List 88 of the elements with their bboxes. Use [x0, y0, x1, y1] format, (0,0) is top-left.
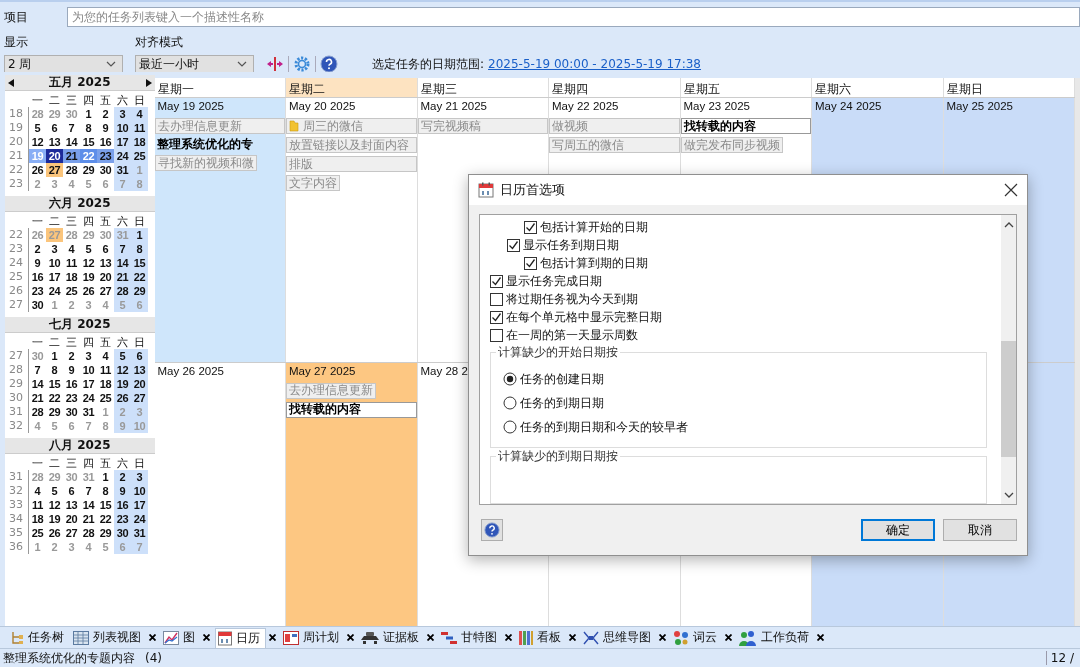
month-title: 六月 2025	[47, 195, 112, 212]
weekday-label: 五	[99, 335, 112, 350]
date-label: May 21 2025	[419, 99, 487, 114]
day-name-header: 星期四	[549, 78, 681, 98]
date-label: May 26 2025	[156, 363, 224, 379]
date-label: May 20 2025	[288, 99, 356, 114]
option-label: 任务的创建日期	[520, 370, 604, 388]
field-label: 项目	[4, 8, 29, 26]
week-number: 32	[5, 419, 29, 433]
date-label: May 24 2025	[814, 99, 882, 114]
weekday-label: 五	[99, 93, 112, 108]
week-number: 24	[5, 256, 29, 270]
week-number: 33	[5, 498, 29, 512]
weekday-label: 六	[116, 214, 129, 229]
date-range-label: 选定任务的日期范围:	[372, 55, 485, 73]
weekday-label: 四	[82, 93, 95, 108]
week-number: 20	[5, 135, 29, 149]
option-label: 在一周的第一天显示周数	[506, 326, 638, 344]
weekday-label: 五	[99, 214, 112, 229]
option-label: 包括计算开始的日期	[540, 219, 648, 237]
weekday-label: 日	[133, 335, 146, 350]
group-title: 计算缺少的开始日期按	[496, 344, 620, 361]
week-number: 18	[5, 107, 29, 121]
week-number: 27	[5, 349, 29, 363]
weekday-label: 四	[82, 214, 95, 229]
weekday-label: 六	[116, 93, 129, 108]
weekday-label: 六	[116, 456, 129, 471]
weekday-label: 二	[48, 214, 61, 229]
option-label: 显示任务到期日期	[523, 237, 619, 255]
day-name-header: 星期六	[812, 78, 944, 98]
weekday-label: 一	[31, 335, 44, 350]
date-label: May 22 2025	[551, 99, 619, 114]
week-number: 29	[5, 377, 29, 391]
weekday-label: 二	[48, 335, 61, 350]
month-title: 七月 2025	[47, 316, 112, 333]
week-number: 35	[5, 526, 29, 540]
weekday-label: 二	[48, 456, 61, 471]
month-title: 五月 2025	[47, 74, 112, 91]
week-number: 34	[5, 512, 29, 526]
week-number: 36	[5, 540, 29, 554]
date-label: May 27 2025	[288, 363, 356, 379]
field-label: 对齐模式	[135, 34, 184, 51]
weekday-label: 一	[31, 456, 44, 471]
weekday-label: 三	[65, 214, 78, 229]
week-number: 32	[5, 484, 29, 498]
dialog-title: 日历首选项	[500, 181, 566, 199]
weekday-label: 四	[82, 456, 95, 471]
weekday-label: 三	[65, 93, 78, 108]
week-number: 28	[5, 363, 29, 377]
weekday-label: 日	[133, 214, 146, 229]
week-number: 25	[5, 270, 29, 284]
weekday-label: 五	[99, 456, 112, 471]
weekday-label: 三	[65, 456, 78, 471]
option-label: 将过期任务视为今天到期	[506, 290, 638, 308]
week-number: 23	[5, 177, 29, 191]
weekday-label: 一	[31, 214, 44, 229]
status-text: 整理系统优化的专题内容	[3, 649, 135, 667]
week-number: 22	[5, 228, 29, 242]
week-number: 23	[5, 242, 29, 256]
weekday-label: 日	[133, 456, 146, 471]
week-number: 22	[5, 163, 29, 177]
group-title: 计算缺少的到期日期按	[496, 448, 620, 465]
day-name-header: 星期二	[286, 78, 418, 98]
weekday-label: 日	[133, 93, 146, 108]
option-label: 包括计算到期的日期	[540, 255, 648, 273]
month-title: 八月 2025	[47, 437, 112, 454]
page-indicator: 12 /	[1045, 651, 1080, 665]
week-number: 27	[5, 298, 29, 312]
option-label: 在每个单元格中显示完整日期	[506, 308, 662, 326]
status-count: (4)	[145, 651, 162, 665]
option-label: 显示任务完成日期	[506, 273, 602, 290]
week-number: 26	[5, 284, 29, 298]
week-number: 19	[5, 121, 29, 135]
field-label: 显示	[4, 34, 29, 51]
week-number: 31	[5, 470, 29, 484]
weekday-label: 三	[65, 335, 78, 350]
date-label: May 28 2	[419, 363, 468, 379]
week-number: 30	[5, 391, 29, 405]
weekday-label: 六	[116, 335, 129, 350]
date-label: May 25 2025	[945, 99, 1013, 114]
weekday-label: 一	[31, 93, 44, 108]
week-number: 31	[5, 405, 29, 419]
option-label: 任务的到期日期和今天的较早者	[520, 418, 688, 436]
option-label: 任务的到期日期	[520, 394, 604, 412]
date-label: May 23 2025	[682, 99, 750, 114]
weekday-label: 二	[48, 93, 61, 108]
weekday-label: 四	[82, 335, 95, 350]
date-label: May 19 2025	[156, 99, 224, 114]
